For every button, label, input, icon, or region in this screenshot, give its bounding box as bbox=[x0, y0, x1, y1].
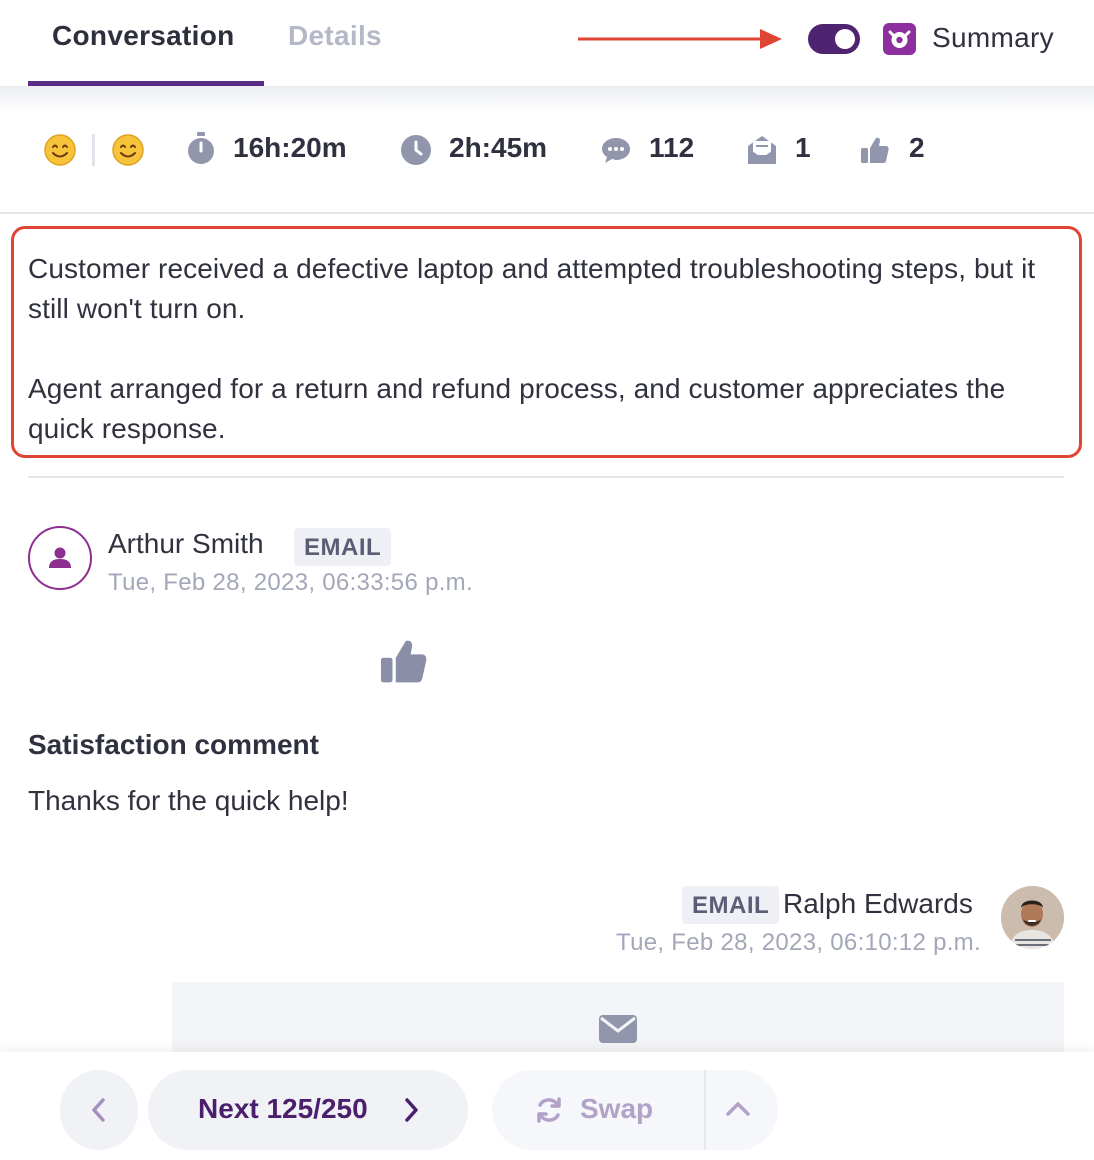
swap-divider bbox=[704, 1070, 706, 1150]
navigation-footer: Next 125/250 Swap bbox=[0, 1052, 1094, 1160]
message-timestamp: Tue, Feb 28, 2023, 06:10:12 p.m. bbox=[616, 929, 981, 956]
chevron-right-icon bbox=[405, 1098, 418, 1122]
smile-emoji-icon bbox=[112, 134, 144, 171]
chevron-up-icon[interactable] bbox=[724, 1098, 752, 1120]
thumbs-up-icon bbox=[378, 638, 430, 689]
annotation-arrow bbox=[578, 29, 782, 49]
sender-name: Ralph Edwards bbox=[783, 888, 973, 919]
thumbs-up-icon bbox=[860, 136, 890, 169]
sender-name: Arthur Smith bbox=[108, 528, 264, 559]
tab-details[interactable]: Details bbox=[288, 20, 382, 52]
previous-button[interactable] bbox=[60, 1070, 138, 1150]
summary-label: Summary bbox=[932, 22, 1054, 53]
handle-time-value: 2h:45m bbox=[449, 132, 548, 163]
chat-bubble-icon bbox=[600, 136, 632, 169]
satisfaction-comment: Thanks for the quick help! bbox=[28, 785, 349, 816]
chevron-left-icon bbox=[92, 1098, 105, 1122]
refresh-icon bbox=[537, 1097, 561, 1123]
summary-toggle[interactable] bbox=[808, 24, 860, 54]
divider bbox=[28, 476, 1064, 478]
stopwatch-icon bbox=[186, 132, 216, 171]
toggle-knob bbox=[835, 29, 855, 49]
emails-count: 1 bbox=[795, 132, 811, 163]
swap-button-label: Swap bbox=[580, 1093, 654, 1124]
tab-bar: Conversation Details Summary bbox=[0, 0, 1094, 86]
user-icon bbox=[49, 547, 71, 568]
messages-count: 112 bbox=[649, 132, 695, 163]
customer-avatar bbox=[28, 526, 92, 590]
next-button[interactable]: Next 125/250 bbox=[148, 1070, 468, 1150]
message-timestamp: Tue, Feb 28, 2023, 06:33:56 p.m. bbox=[108, 569, 473, 596]
open-envelope-icon bbox=[746, 134, 778, 171]
divider bbox=[0, 212, 1094, 214]
conversation-stats: 16h:20m 2h:45m 112 1 2 bbox=[0, 118, 1094, 182]
tab-conversation[interactable]: Conversation bbox=[52, 20, 235, 52]
likes-count: 2 bbox=[909, 132, 925, 163]
summary-paragraph-2: Agent arranged for a return and refund p… bbox=[28, 373, 1006, 444]
clock-icon bbox=[400, 134, 432, 171]
smile-emoji-icon bbox=[44, 134, 76, 171]
stat-divider bbox=[92, 134, 95, 166]
ai-summary-box: Customer received a defective laptop and… bbox=[11, 226, 1082, 458]
swap-button[interactable]: Swap bbox=[492, 1070, 778, 1150]
agent-avatar bbox=[1001, 886, 1064, 949]
channel-badge: EMAIL bbox=[294, 528, 392, 566]
summary-paragraph-1: Customer received a defective laptop and… bbox=[28, 253, 1036, 324]
channel-badge: EMAIL bbox=[682, 886, 780, 924]
header-shadow bbox=[0, 86, 1094, 112]
next-button-label: Next 125/250 bbox=[198, 1093, 368, 1124]
satisfaction-title: Satisfaction comment bbox=[28, 729, 319, 760]
envelope-icon bbox=[598, 1014, 638, 1049]
ai-assistant-icon bbox=[883, 23, 916, 55]
email-message-card[interactable] bbox=[172, 982, 1064, 1062]
time-open-value: 16h:20m bbox=[233, 132, 347, 163]
